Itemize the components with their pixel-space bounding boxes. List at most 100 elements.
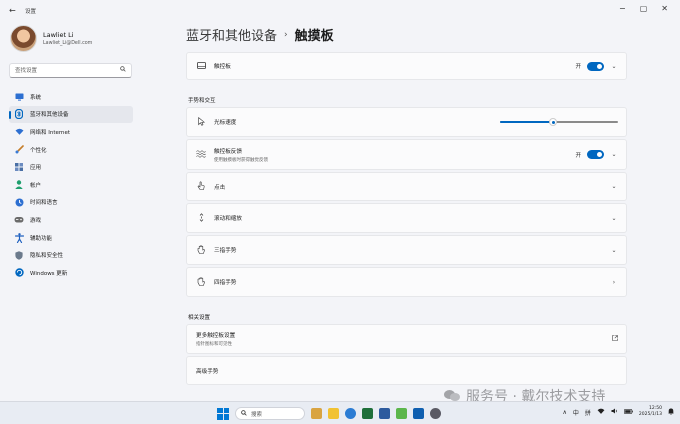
sidebar-item-privacy[interactable]: 隐私和安全性	[9, 246, 133, 264]
sidebar-item-accessibility[interactable]: 辅助功能	[9, 229, 133, 247]
touchpad-toggle[interactable]	[587, 61, 604, 71]
system-tray: ∧ 中 拼 12:50 2025/1/13	[562, 406, 674, 418]
slider-fill	[500, 121, 554, 123]
window-title: 设置	[25, 9, 37, 15]
profile-email: Lawliet_Li@Dell.com	[43, 41, 93, 46]
touchpad-feedback-card[interactable]: 触控板反馈 使用触摸板时获得触觉反馈 开 ⌄	[186, 139, 627, 170]
settings-window: ← 设置 − ▢ ✕ Lawliet Li Lawliet_Li@Dell.co…	[0, 0, 680, 405]
page-title: 触摸板	[294, 29, 334, 44]
chevron-down-icon[interactable]: ⌄	[610, 183, 618, 190]
three-finger-icon	[196, 244, 206, 256]
sidebar-item-label: 帐户	[30, 182, 42, 189]
ime-pinyin[interactable]: 拼	[585, 408, 591, 417]
update-icon	[14, 268, 24, 278]
external-link-icon[interactable]	[612, 335, 618, 343]
start-button[interactable]	[217, 407, 229, 420]
settings-app-icon[interactable]	[430, 408, 441, 419]
chat-app-icon[interactable]	[396, 408, 407, 419]
sidebar-item-system[interactable]: 系统	[9, 88, 133, 106]
apps-icon	[14, 162, 24, 172]
three-finger-card[interactable]: 三指手势 ⌄	[186, 235, 627, 265]
tap-card[interactable]: 点击 ⌄	[186, 172, 627, 201]
maximize-icon[interactable]: ▢	[640, 4, 648, 13]
tap-icon	[196, 181, 206, 192]
sidebar-item-windows-update[interactable]: Windows 更新	[9, 264, 133, 282]
chevron-down-icon[interactable]: ⌄	[610, 247, 618, 254]
feedback-toggle-label: 开	[575, 152, 581, 159]
cursor-speed-title: 光标速度	[214, 120, 237, 126]
file-explorer-icon[interactable]	[328, 408, 339, 419]
sidebar-item-label: 蓝牙和其他设备	[30, 112, 69, 119]
minimize-icon[interactable]: −	[619, 4, 626, 13]
breadcrumb: 蓝牙和其他设备 › 触摸板	[186, 25, 334, 44]
sidebar-item-time-language[interactable]: 时间和语言	[9, 194, 133, 212]
taskbar: 搜索 ∧ 中 拼 12:50 2025/1/13	[0, 401, 680, 424]
close-icon[interactable]: ✕	[661, 4, 668, 13]
system-clock[interactable]: 12:50 2025/1/13	[639, 406, 662, 418]
advanced-gestures-card[interactable]: 高级手势	[186, 356, 627, 385]
breadcrumb-separator: ›	[284, 29, 288, 40]
sidebar-item-gaming[interactable]: 游戏	[9, 211, 133, 229]
search-input[interactable]	[10, 64, 110, 77]
accessibility-icon	[14, 232, 24, 243]
outlook-icon[interactable]	[379, 408, 390, 419]
vibration-icon	[196, 149, 206, 160]
more-touchpad-settings-card[interactable]: 更多触控板设置 指针图标和可见性	[186, 324, 627, 354]
taskbar-search[interactable]: 搜索	[235, 407, 305, 420]
mail-app-icon[interactable]	[413, 408, 424, 419]
battery-icon[interactable]	[624, 408, 633, 416]
four-finger-card[interactable]: 四指手势 ›	[186, 267, 627, 297]
excel-icon[interactable]	[362, 408, 373, 419]
touchpad-title: 触控板	[214, 64, 231, 70]
sidebar-item-label: 应用	[30, 165, 42, 172]
cursor-icon	[196, 116, 206, 128]
profile-name: Lawliet Li	[43, 31, 74, 39]
sidebar-item-network[interactable]: 网络和 Internet	[9, 123, 133, 141]
search-icon[interactable]	[120, 66, 126, 74]
avatar	[10, 25, 37, 52]
store-app-icon[interactable]	[311, 408, 322, 419]
tap-title: 点击	[214, 184, 226, 191]
settings-search[interactable]	[9, 63, 132, 78]
window-controls: − ▢ ✕	[619, 4, 668, 13]
edge-browser-icon[interactable]	[345, 408, 356, 419]
volume-icon[interactable]	[611, 408, 618, 416]
user-profile[interactable]: Lawliet Li Lawliet_Li@Dell.com	[10, 25, 92, 52]
tray-expand-icon[interactable]: ∧	[562, 409, 566, 416]
advanced-gestures-title: 高级手势	[196, 368, 219, 375]
wifi-tray-icon[interactable]	[597, 408, 605, 416]
touchpad-card[interactable]: 触控板 开 ⌄	[186, 52, 627, 80]
back-arrow-icon[interactable]: ←	[9, 6, 16, 15]
slider-thumb[interactable]	[549, 118, 558, 126]
bluetooth-icon	[14, 109, 24, 120]
sidebar-item-label: 隐私和安全性	[30, 253, 64, 260]
sidebar-item-bluetooth[interactable]: 蓝牙和其他设备	[9, 105, 133, 124]
breadcrumb-parent[interactable]: 蓝牙和其他设备	[186, 25, 277, 44]
sidebar-item-accounts[interactable]: 帐户	[9, 176, 133, 194]
account-icon	[14, 180, 24, 190]
sidebar-item-label: 系统	[30, 94, 42, 101]
wifi-icon	[14, 127, 24, 137]
more-settings-title: 更多触控板设置	[196, 333, 236, 339]
feedback-toggle[interactable]	[587, 150, 604, 159]
cursor-speed-slider[interactable]	[500, 118, 618, 126]
three-finger-title: 三指手势	[214, 248, 237, 254]
sidebar-item-label: 网络和 Internet	[30, 129, 71, 136]
title-bar: ← 设置 − ▢ ✕	[0, 0, 680, 20]
gestures-section-label: 手势和交互	[188, 98, 216, 104]
four-finger-icon	[196, 276, 206, 288]
cursor-speed-card: 光标速度	[186, 107, 627, 137]
more-settings-subtitle: 指针图标和可见性	[196, 342, 232, 347]
notification-bell-icon[interactable]	[668, 407, 674, 417]
chevron-down-icon[interactable]: ⌄	[610, 63, 618, 70]
related-section-label: 相关设置	[188, 315, 211, 321]
ime-mode[interactable]: 中	[573, 408, 579, 417]
chevron-right-icon[interactable]: ›	[610, 279, 618, 286]
touchpad-icon	[196, 61, 206, 71]
scroll-zoom-card[interactable]: 滚动和缩放 ⌄	[186, 203, 627, 233]
chevron-down-icon[interactable]: ⌄	[610, 215, 618, 222]
sidebar-item-apps[interactable]: 应用	[9, 158, 133, 176]
sidebar-item-personalization[interactable]: 个性化	[9, 141, 133, 159]
chevron-down-icon[interactable]: ⌄	[610, 151, 618, 158]
gamepad-icon	[14, 215, 24, 225]
